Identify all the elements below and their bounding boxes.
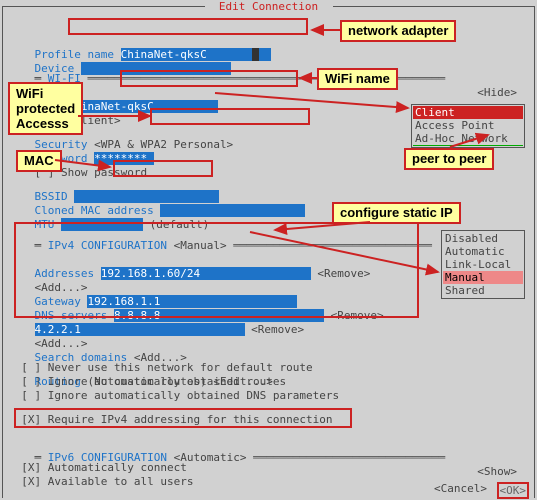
opt-ignore-routes-checkbox[interactable]: [ ] — [21, 375, 41, 388]
hl-bssid — [113, 160, 213, 177]
ipv4-option-disabled[interactable]: Disabled — [443, 232, 523, 245]
window-title: Edit Connection — [205, 0, 333, 14]
opt-ignore-dns-label: Ignore automatically obtained DNS parame… — [48, 389, 339, 402]
mode-popup: Client Access Point Ad-Hoc Network — [411, 104, 525, 148]
ipv4-option-automatic[interactable]: Automatic — [443, 245, 523, 258]
mode-option-ap[interactable]: Access Point — [413, 119, 523, 132]
opt-never-default-checkbox[interactable]: [ ] — [21, 361, 41, 374]
ok-button[interactable]: <OK> — [497, 482, 530, 499]
cancel-button[interactable]: <Cancel> — [434, 482, 487, 496]
annot-adapter: network adapter — [340, 20, 456, 42]
mode-option-client[interactable]: Client — [413, 106, 523, 119]
available-all-label: Available to all users — [48, 475, 194, 488]
annot-wifiname: WiFi name — [317, 68, 398, 90]
hl-security — [150, 108, 310, 125]
ipv4-mode-popup: Disabled Automatic Link-Local Manual Sha… — [441, 230, 525, 299]
cloned-mac-input[interactable] — [160, 204, 305, 217]
annot-mac: MAC — [16, 150, 62, 172]
opt-never-default-label: Never use this network for default route — [48, 361, 313, 374]
annot-static: configure static IP — [332, 202, 461, 224]
hl-profile — [68, 18, 308, 35]
opt-ignore-routes-label: Ignore automatically obtained routes — [48, 375, 286, 388]
annot-wpa: WiFi protected Accesss — [8, 82, 83, 135]
hl-require — [14, 408, 352, 428]
available-all-checkbox[interactable]: [X] — [21, 475, 41, 488]
annot-p2p: peer to peer — [404, 148, 494, 170]
auto-connect-label: Automatically connect — [48, 461, 187, 474]
hl-ssid — [120, 70, 298, 87]
opt-ignore-dns-checkbox[interactable]: [ ] — [21, 389, 41, 402]
mode-option-adhoc[interactable]: Ad-Hoc Network — [413, 132, 523, 146]
auto-connect-checkbox[interactable]: [X] — [21, 461, 41, 474]
ipv4-option-linklocal[interactable]: Link-Local — [443, 258, 523, 271]
ipv4-option-shared[interactable]: Shared — [443, 284, 523, 297]
ipv4-option-manual[interactable]: Manual — [443, 271, 523, 284]
hl-ipv4 — [14, 222, 419, 318]
